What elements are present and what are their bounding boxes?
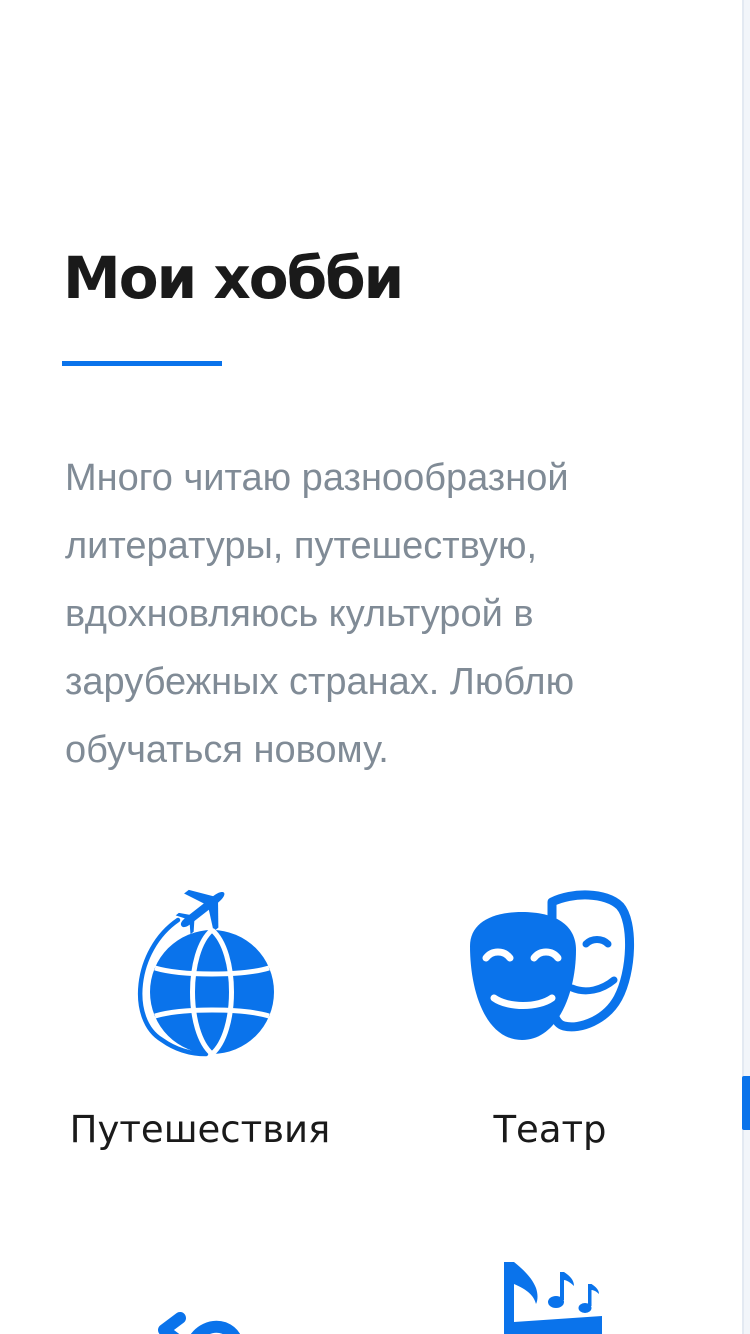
hobby-item-third — [50, 1280, 350, 1334]
hobby-label-theatre: Театр — [493, 1108, 607, 1151]
scrollbar-thumb[interactable] — [742, 1076, 750, 1130]
section-description: Много читаю разнообразной литературы, пу… — [65, 457, 575, 771]
hobby-item-theatre: Театр — [400, 880, 700, 1180]
title-underline — [62, 361, 222, 366]
theatre-masks-icon — [470, 890, 635, 1040]
hobby-label-travel: Путешествия — [69, 1108, 331, 1151]
globe-plane-icon — [138, 889, 274, 1057]
hobby-item-music — [400, 1256, 700, 1334]
music-notes-icon — [504, 1262, 602, 1334]
section-title: Мои хобби — [63, 244, 404, 312]
hobbies-page: Мои хобби Много читаю разнообразной лите… — [0, 0, 742, 1334]
hobby-item-travel: Путешествия — [50, 880, 350, 1180]
scrollbar-track[interactable] — [742, 0, 750, 1334]
partial-icon — [158, 1312, 240, 1334]
